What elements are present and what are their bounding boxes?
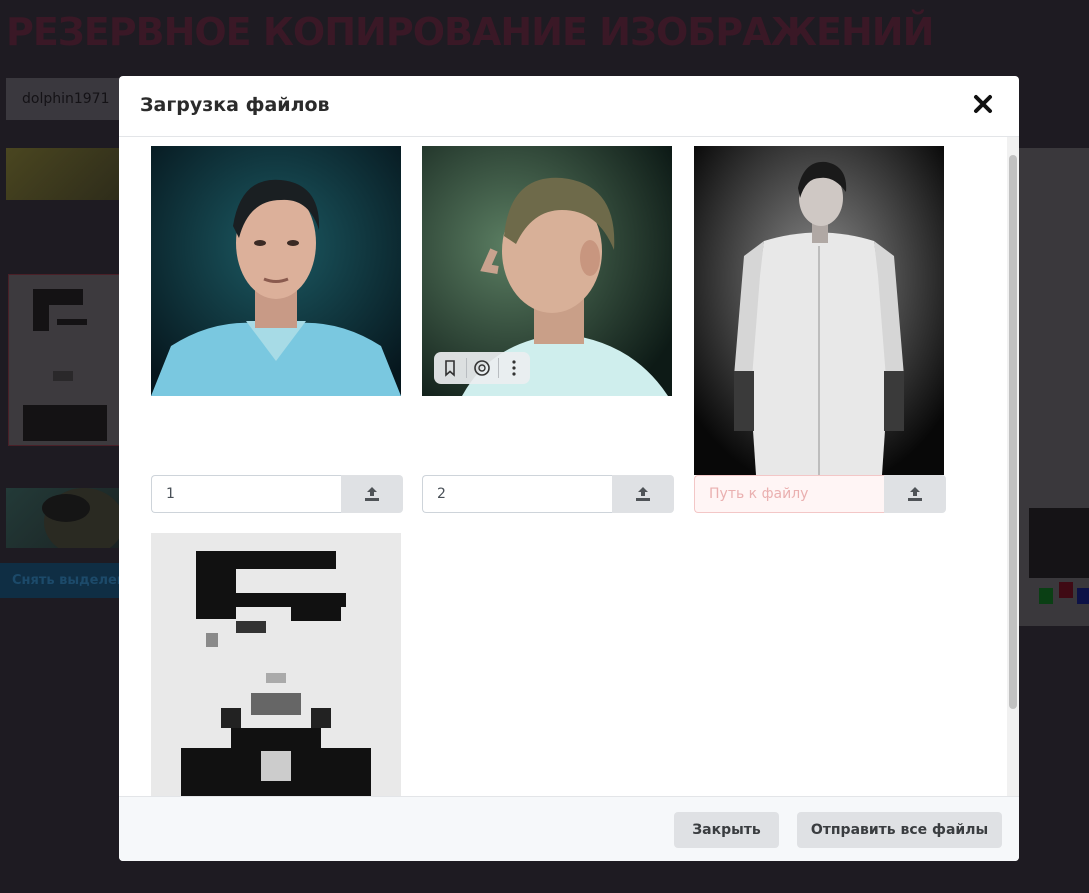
image-preview bbox=[694, 146, 944, 475]
background-preview-strip bbox=[1019, 148, 1089, 626]
image-preview bbox=[151, 533, 401, 796]
background-thumbnail bbox=[8, 274, 120, 446]
file-path-row bbox=[151, 475, 403, 513]
modal-header: Загрузка файлов bbox=[119, 76, 1019, 137]
modal-body bbox=[119, 137, 1019, 796]
modal-footer: Закрыть Отправить все файлы bbox=[119, 796, 1019, 861]
background-thumbnail bbox=[6, 488, 120, 548]
background-thumbnail bbox=[6, 148, 120, 200]
image-preview bbox=[422, 146, 672, 396]
file-path-row bbox=[694, 475, 946, 513]
send-all-files-button[interactable]: Отправить все файлы bbox=[797, 812, 1002, 848]
pixel-thumbnail bbox=[23, 289, 107, 441]
image-preview bbox=[151, 146, 401, 396]
image-overlay-toolbar bbox=[434, 352, 530, 384]
camera-lens-icon[interactable] bbox=[470, 356, 494, 380]
upload-button[interactable] bbox=[884, 475, 946, 513]
deselect-button: Снять выделение bbox=[0, 563, 120, 598]
more-vertical-icon[interactable] bbox=[502, 356, 526, 380]
upload-icon bbox=[365, 487, 379, 501]
close-button[interactable]: Закрыть bbox=[674, 812, 779, 848]
bookmark-icon[interactable] bbox=[438, 356, 462, 380]
file-path-input[interactable] bbox=[422, 475, 612, 513]
file-path-input[interactable] bbox=[694, 475, 884, 513]
face-thumbnail bbox=[42, 488, 120, 548]
upload-button[interactable] bbox=[612, 475, 674, 513]
scrollbar-thumb[interactable] bbox=[1009, 155, 1017, 709]
upload-icon bbox=[636, 487, 650, 501]
modal-title: Загрузка файлов bbox=[140, 94, 330, 116]
close-icon[interactable] bbox=[973, 94, 993, 114]
upload-button[interactable] bbox=[341, 475, 403, 513]
upload-modal: Загрузка файлов 1 2 Путь к файлу Закрыть… bbox=[119, 76, 1019, 861]
page-title: РЕЗЕРВНОЕ КОПИРОВАНИЕ ИЗОБРАЖЕНИЙ bbox=[6, 10, 934, 54]
file-path-row bbox=[422, 475, 674, 513]
modal-scrollbar[interactable] bbox=[1007, 137, 1019, 796]
file-path-input[interactable] bbox=[151, 475, 341, 513]
upload-icon bbox=[908, 487, 922, 501]
